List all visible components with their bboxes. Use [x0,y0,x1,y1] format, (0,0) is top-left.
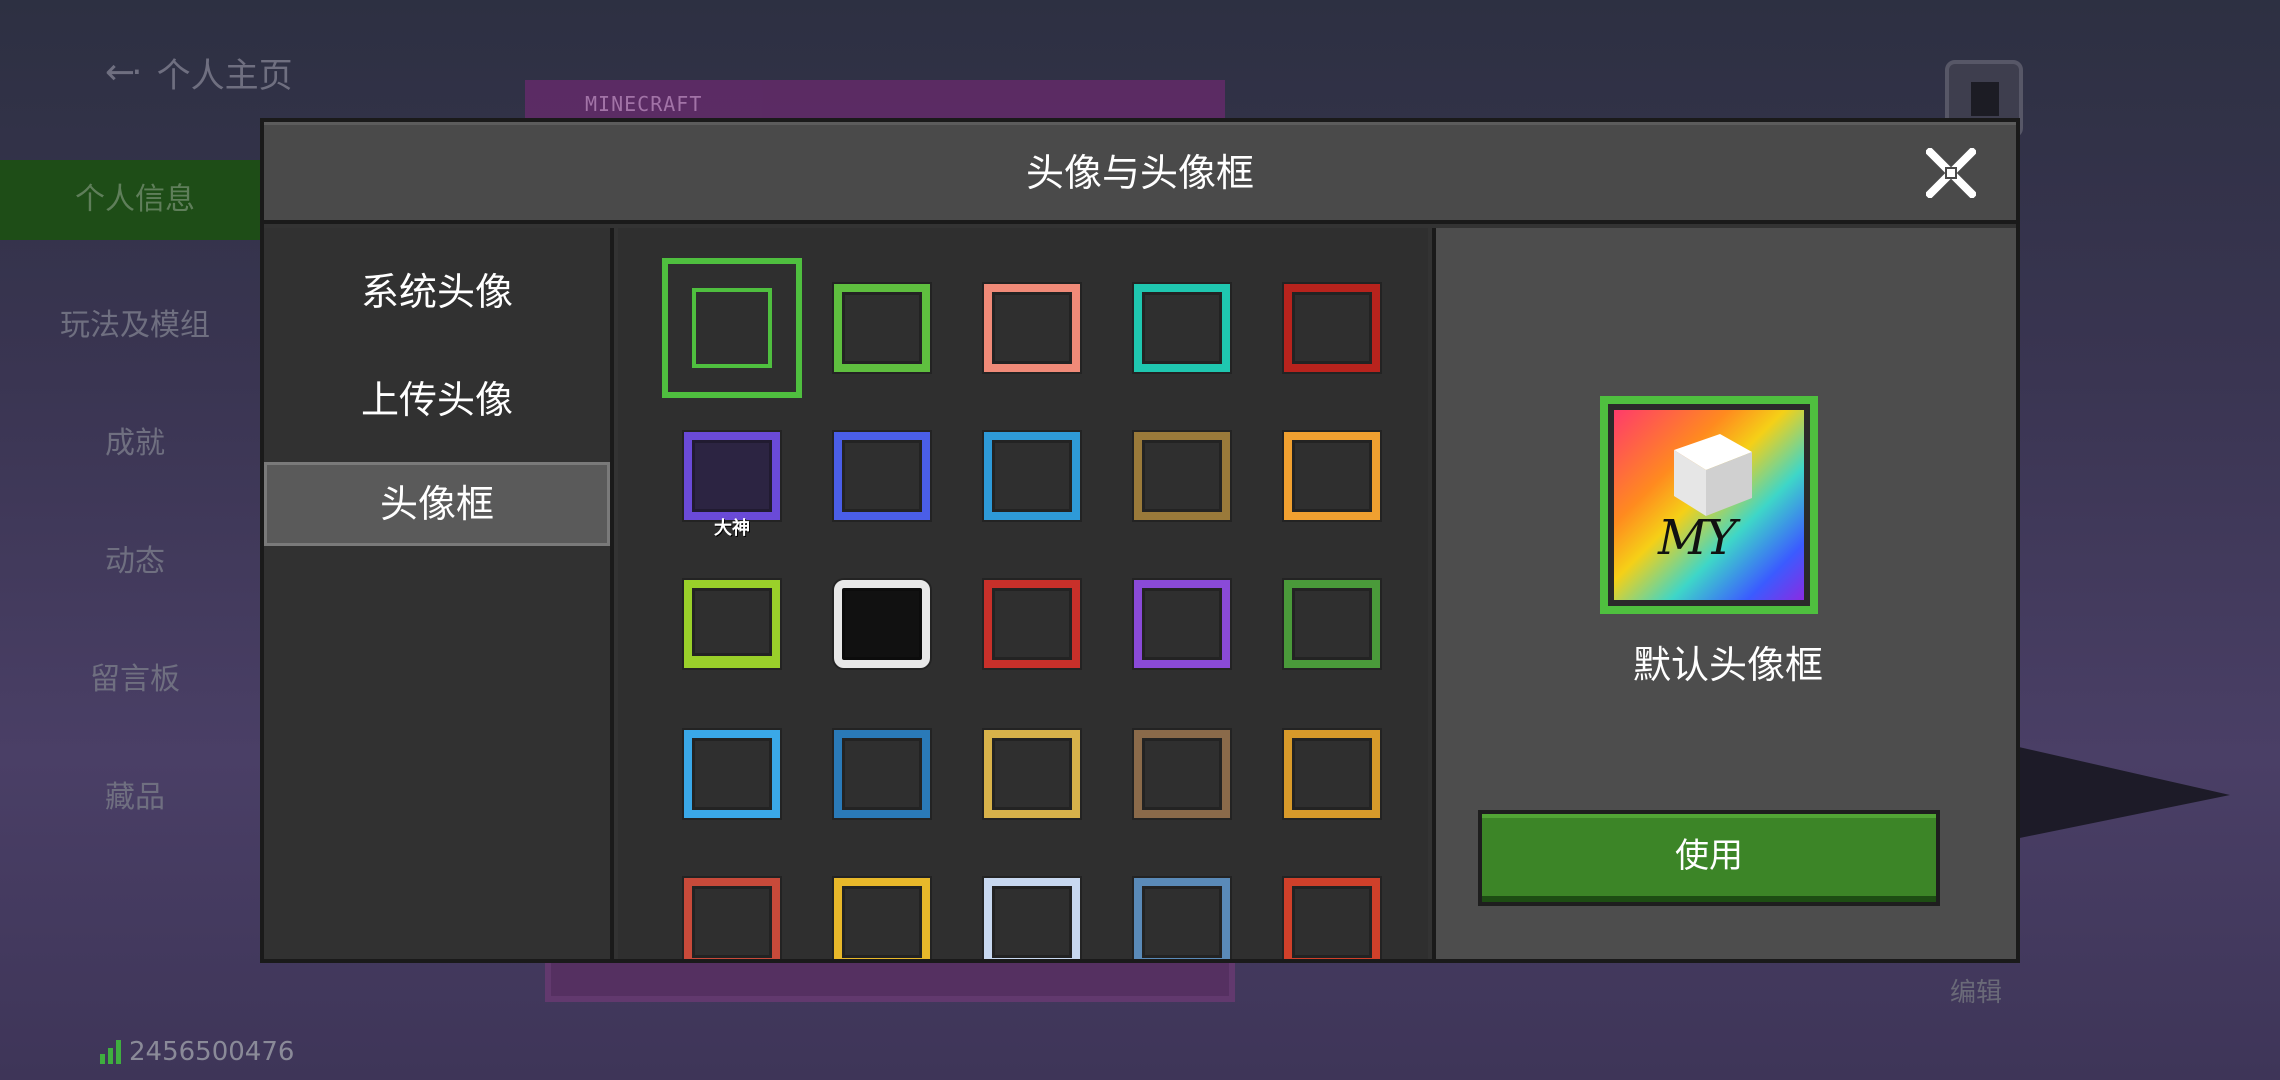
dialog-title: 头像与头像框 [1025,151,1254,195]
frame-thumbnail [684,580,780,668]
tab-upload-avatar[interactable]: 上传头像 [264,358,610,442]
back-arrow-icon: ←· [105,52,143,93]
frame-thumbnail [684,730,780,818]
frame-thumbnail [1284,730,1380,818]
back-button[interactable]: ←· 个人主页 [105,48,293,97]
frame-thumbnail [984,730,1080,818]
frame-thumbnail [1134,432,1230,520]
frame-item-brown[interactable] [1112,704,1252,844]
background-shadow [2010,745,2230,840]
user-id-bar: 2456500476 [100,1037,294,1067]
frame-item-phone[interactable] [812,554,952,694]
frame-item-ocean[interactable] [812,704,952,844]
banner-text: MINECRAFT [585,92,703,116]
frame-thumbnail [684,432,780,520]
frame-item-golden-gate[interactable] [812,852,952,959]
frame-item-default[interactable] [662,258,802,398]
nav-item-gameplay[interactable]: 玩法及模组 [0,300,270,344]
frame-thumbnail [834,730,930,818]
avatar-image: MY [1614,410,1804,600]
frame-thumbnail [1134,284,1230,372]
frame-thumbnail [984,432,1080,520]
dialog-header: 头像与头像框 [264,122,2016,224]
frame-thumbnail [984,580,1080,668]
frame-item-orange-gold[interactable] [1262,406,1402,546]
nav-item-feed[interactable]: 动态 [0,536,270,580]
frame-thumbnail [1284,878,1380,959]
frame-thumbnail [834,580,930,668]
frame-thumbnail [692,288,772,368]
close-icon [1926,148,1976,198]
frame-item-world-blue[interactable] [962,406,1102,546]
tab-avatar-frame[interactable]: 头像框 [264,462,610,546]
preview-avatar: MY [1600,396,1818,614]
frame-item-blue-camera[interactable] [812,406,952,546]
selected-frame-name: 默认头像框 [1632,643,1823,687]
category-tabs: 系统头像 上传头像 头像框 [264,228,614,959]
frame-thumbnail [984,284,1080,372]
nav-item-profile-info[interactable]: 个人信息 [0,160,270,240]
frame-item-redstone[interactable] [1262,258,1402,398]
frame-item-sky-blue[interactable] [662,704,802,844]
frame-item-diamond[interactable] [1112,258,1252,398]
nav-item-achievements[interactable]: 成就 [0,418,270,462]
avatar-frame-dialog: 头像与头像框 系统头像 上传头像 头像框 大神 MY 默认头像框 使用 [260,118,2020,963]
frame-thumbnail [1284,284,1380,372]
frame-item-red-gate[interactable] [1262,852,1402,959]
frame-item-snow[interactable] [962,852,1102,959]
frame-item-bamboo[interactable] [1112,852,1252,959]
frame-thumbnail [834,878,930,959]
frame-item-fireworks[interactable] [662,852,802,959]
frame-thumbnail [1284,432,1380,520]
frame-item-gold-wood[interactable] [962,704,1102,844]
avatar-logo-text: MY [1658,510,1737,566]
frame-thumbnail [1134,878,1230,959]
frame-item-pig[interactable] [962,258,1102,398]
tab-system-avatar[interactable]: 系统头像 [264,250,610,334]
signal-icon [100,1040,121,1064]
frame-thumbnail [1134,730,1230,818]
frame-item-leaf[interactable] [1262,554,1402,694]
back-label: 个人主页 [156,56,293,96]
frame-item-creeper[interactable] [812,258,952,398]
edit-button[interactable]: 编辑 [1950,972,2002,1009]
user-id: 2456500476 [129,1037,295,1067]
cube-icon [1664,424,1760,520]
close-button[interactable] [1926,148,1976,198]
frame-thumbnail [1134,580,1230,668]
nav-item-message-board[interactable]: 留言板 [0,654,270,698]
frame-item-lime-arch[interactable] [662,554,802,694]
use-button[interactable]: 使用 [1478,810,1940,906]
frame-thumbnail [984,878,1080,959]
frame-thumbnail [834,284,930,372]
frame-label: 大神 [714,518,750,539]
frame-grid: 大神 [618,228,1428,959]
frame-thumbnail [684,878,780,959]
frame-thumbnail [1284,580,1380,668]
frame-item-red-gift[interactable] [962,554,1102,694]
nav-item-collection[interactable]: 藏品 [0,772,270,816]
frame-item-purple-space[interactable] [1112,554,1252,694]
frame-thumbnail [834,432,930,520]
frame-item-dashen[interactable]: 大神 [662,406,802,546]
frame-item-world-wood[interactable] [1112,406,1252,546]
preview-panel: MY 默认头像框 使用 [1432,228,2016,959]
frame-item-autumn[interactable] [1262,704,1402,844]
